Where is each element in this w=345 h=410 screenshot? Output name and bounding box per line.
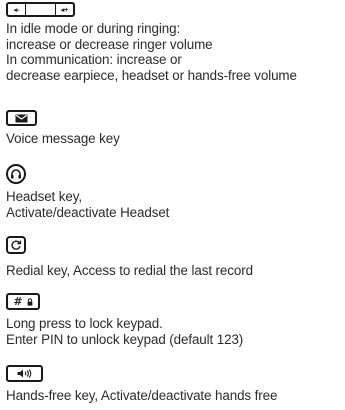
- headset-key-description: Headset key, Activate/deactivate Headset: [6, 189, 341, 220]
- description-line: Long press to lock keypad.: [6, 316, 163, 331]
- description-line: In communication: increase or: [6, 52, 182, 67]
- handsfree-key-entry: Hands-free key, Activate/deactivate hand…: [6, 365, 341, 404]
- description-line: Activate/deactivate Headset: [6, 204, 170, 220]
- handsfree-key-description: Hands-free key, Activate/deactivate hand…: [6, 388, 341, 404]
- speaker-icon: [6, 365, 43, 382]
- envelope-icon: [6, 110, 37, 126]
- voice-message-key-description: Voice message key: [6, 131, 341, 147]
- hash-lock-icon: #: [6, 293, 40, 310]
- redial-key-description: Redial key, Access to redial the last re…: [6, 263, 341, 279]
- description-line: Redial key, Access to redial the last re…: [6, 263, 253, 278]
- description-line: Voice message key: [6, 131, 120, 146]
- volume-up-icon: ◂+: [55, 4, 73, 15]
- description-line: Headset key,: [6, 189, 82, 204]
- voice-message-key-entry: Voice message key: [6, 110, 341, 147]
- redial-key-entry: Redial key, Access to redial the last re…: [6, 236, 341, 279]
- description-line: Hands-free key, Activate/deactivate hand…: [6, 388, 278, 403]
- lock-key-description: Long press to lock keypad. Enter PIN to …: [6, 316, 341, 347]
- headset-icon: [6, 164, 26, 184]
- headset-key-entry: Headset key, Activate/deactivate Headset: [6, 164, 341, 220]
- volume-key-entry: ◂- ◂+ In idle mode or during ringing: in…: [6, 2, 341, 83]
- volume-rocker-icon: ◂- ◂+: [6, 2, 75, 17]
- hash-symbol: #: [13, 295, 23, 308]
- redial-icon: [6, 236, 26, 254]
- lock-key-entry: # Long press to lock keypad. Enter PIN t…: [6, 293, 341, 347]
- volume-key-description: In idle mode or during ringing: increase…: [6, 21, 341, 83]
- description-line: decrease earpiece, headset or hands-free…: [6, 67, 297, 83]
- description-line: Enter PIN to unlock keypad (default 123): [6, 331, 244, 347]
- volume-down-icon: ◂-: [8, 4, 26, 15]
- description-line: increase or decrease ringer volume: [6, 36, 213, 52]
- description-line: In idle mode or during ringing:: [6, 21, 181, 36]
- padlock-icon: [27, 297, 33, 306]
